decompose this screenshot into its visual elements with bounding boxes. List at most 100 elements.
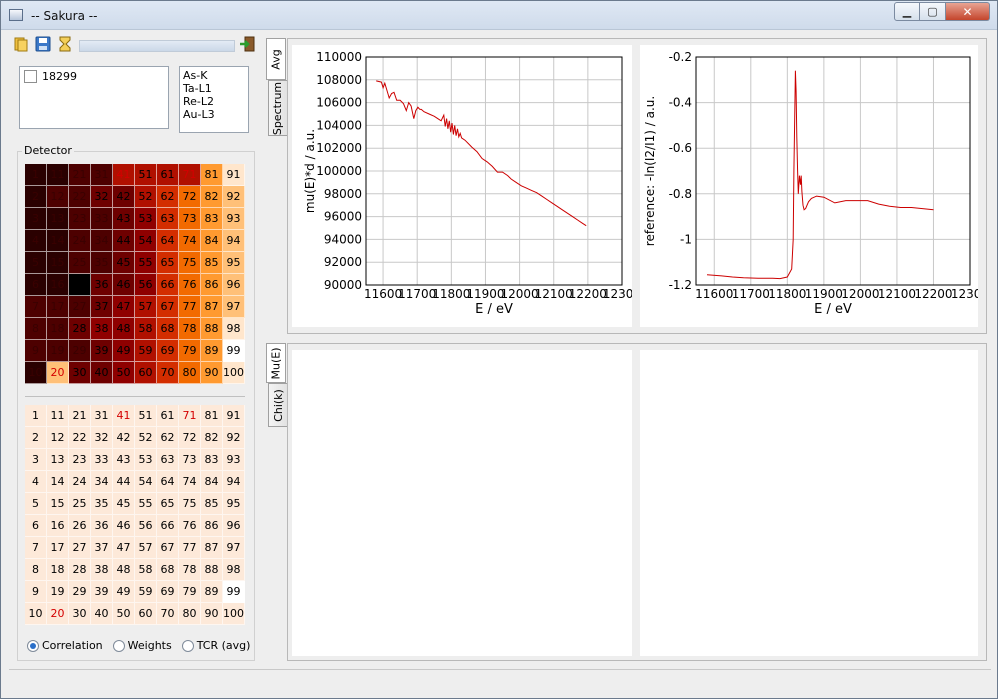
selection-cell[interactable]: 23: [69, 449, 91, 471]
selection-cell[interactable]: 25: [69, 493, 91, 515]
detector-cell[interactable]: 51: [135, 164, 157, 186]
selection-cell[interactable]: 22: [69, 427, 91, 449]
radio-button[interactable]: [112, 639, 125, 652]
detector-cell[interactable]: 97: [223, 296, 245, 318]
detector-cell[interactable]: 74: [179, 230, 201, 252]
detector-cell[interactable]: 80: [179, 362, 201, 384]
detector-cell[interactable]: 54: [135, 230, 157, 252]
tab-mu-e[interactable]: Mu(E): [266, 343, 286, 383]
selection-cell[interactable]: 98: [223, 559, 245, 581]
selection-cell[interactable]: 61: [157, 405, 179, 427]
radio-button[interactable]: [27, 639, 39, 652]
selection-cell[interactable]: 99: [223, 581, 245, 603]
selection-cell[interactable]: 32: [91, 427, 113, 449]
maximize-button[interactable]: ▢: [920, 2, 946, 21]
selection-cell[interactable]: 12: [47, 427, 69, 449]
detector-cell[interactable]: 55: [135, 252, 157, 274]
selection-cell[interactable]: 68: [157, 559, 179, 581]
detector-cell[interactable]: 50: [113, 362, 135, 384]
selection-cell[interactable]: 91: [223, 405, 245, 427]
detector-cell[interactable]: 47: [113, 296, 135, 318]
detector-cell[interactable]: 45: [113, 252, 135, 274]
selection-cell[interactable]: 38: [91, 559, 113, 581]
detector-cell[interactable]: 62: [157, 186, 179, 208]
detector-cell[interactable]: 7: [25, 296, 47, 318]
selection-cell[interactable]: 14: [47, 471, 69, 493]
selection-cell[interactable]: 65: [157, 493, 179, 515]
selection-cell[interactable]: 26: [69, 515, 91, 537]
detector-cell[interactable]: 43: [113, 208, 135, 230]
selection-cell[interactable]: 69: [157, 581, 179, 603]
selection-cell[interactable]: 63: [157, 449, 179, 471]
detector-cell[interactable]: 48: [113, 318, 135, 340]
detector-cell[interactable]: 68: [157, 318, 179, 340]
detector-cell[interactable]: 95: [223, 252, 245, 274]
detector-cell[interactable]: 58: [135, 318, 157, 340]
selection-cell[interactable]: 3: [25, 449, 47, 471]
radio-button[interactable]: [181, 639, 194, 652]
detector-cell[interactable]: 64: [157, 230, 179, 252]
detector-cell[interactable]: 19: [47, 340, 69, 362]
detector-cell[interactable]: 42: [113, 186, 135, 208]
selection-cell[interactable]: 67: [157, 537, 179, 559]
detector-cell[interactable]: 67: [157, 296, 179, 318]
edge-item[interactable]: Au-L3: [183, 108, 245, 121]
selection-cell[interactable]: 92: [223, 427, 245, 449]
selection-cell[interactable]: 87: [201, 537, 223, 559]
selection-cell[interactable]: 85: [201, 493, 223, 515]
detector-cell[interactable]: 84: [201, 230, 223, 252]
detector-cell[interactable]: 78: [179, 318, 201, 340]
detector-cell[interactable]: 10: [25, 362, 47, 384]
tab-avg[interactable]: Avg: [266, 38, 286, 80]
selection-cell[interactable]: 27: [69, 537, 91, 559]
selection-cell[interactable]: 47: [113, 537, 135, 559]
detector-cell[interactable]: 5: [25, 252, 47, 274]
detector-cell[interactable]: 49: [113, 340, 135, 362]
selection-cell[interactable]: 2: [25, 427, 47, 449]
selection-cell[interactable]: 6: [25, 515, 47, 537]
selection-cell[interactable]: 29: [69, 581, 91, 603]
tab-spectrum[interactable]: Spectrum: [268, 80, 288, 136]
detector-cell[interactable]: 6: [25, 274, 47, 296]
minimize-button[interactable]: ▁: [894, 2, 920, 21]
hourglass-icon[interactable]: [57, 36, 73, 52]
selection-cell[interactable]: 41: [113, 405, 135, 427]
detector-cell[interactable]: 34: [91, 230, 113, 252]
detector-cell[interactable]: 81: [201, 164, 223, 186]
open-folder-icon[interactable]: [13, 36, 29, 52]
detector-cell[interactable]: 93: [223, 208, 245, 230]
detector-cell[interactable]: 94: [223, 230, 245, 252]
selection-cell[interactable]: 95: [223, 493, 245, 515]
edge-item[interactable]: As-K: [183, 69, 245, 82]
file-checkbox[interactable]: [24, 70, 37, 83]
selection-cell[interactable]: 78: [179, 559, 201, 581]
detector-cell[interactable]: 72: [179, 186, 201, 208]
detector-cell[interactable]: 26: [69, 274, 91, 296]
selection-cell[interactable]: 96: [223, 515, 245, 537]
detector-cell[interactable]: 25: [69, 252, 91, 274]
selection-cell[interactable]: 50: [113, 603, 135, 625]
selection-cell[interactable]: 33: [91, 449, 113, 471]
selection-cell[interactable]: 53: [135, 449, 157, 471]
detector-cell[interactable]: 30: [69, 362, 91, 384]
detector-cell[interactable]: 32: [91, 186, 113, 208]
detector-cell[interactable]: 17: [47, 296, 69, 318]
exit-icon[interactable]: [239, 36, 255, 52]
selection-cell[interactable]: 8: [25, 559, 47, 581]
selection-cell[interactable]: 75: [179, 493, 201, 515]
selection-cell[interactable]: 55: [135, 493, 157, 515]
selection-cell[interactable]: 1: [25, 405, 47, 427]
correlation-radio[interactable]: Correlation: [27, 639, 103, 652]
detector-cell[interactable]: 65: [157, 252, 179, 274]
detector-cell[interactable]: 31: [91, 164, 113, 186]
selection-cell[interactable]: 36: [91, 515, 113, 537]
selection-cell[interactable]: 58: [135, 559, 157, 581]
detector-cell[interactable]: 28: [69, 318, 91, 340]
selection-cell[interactable]: 88: [201, 559, 223, 581]
detector-cell[interactable]: 41: [113, 164, 135, 186]
detector-cell[interactable]: 100: [223, 362, 245, 384]
selection-cell[interactable]: 20: [47, 603, 69, 625]
save-disk-icon[interactable]: [35, 36, 51, 52]
selection-cell[interactable]: 51: [135, 405, 157, 427]
detector-cell[interactable]: 36: [91, 274, 113, 296]
